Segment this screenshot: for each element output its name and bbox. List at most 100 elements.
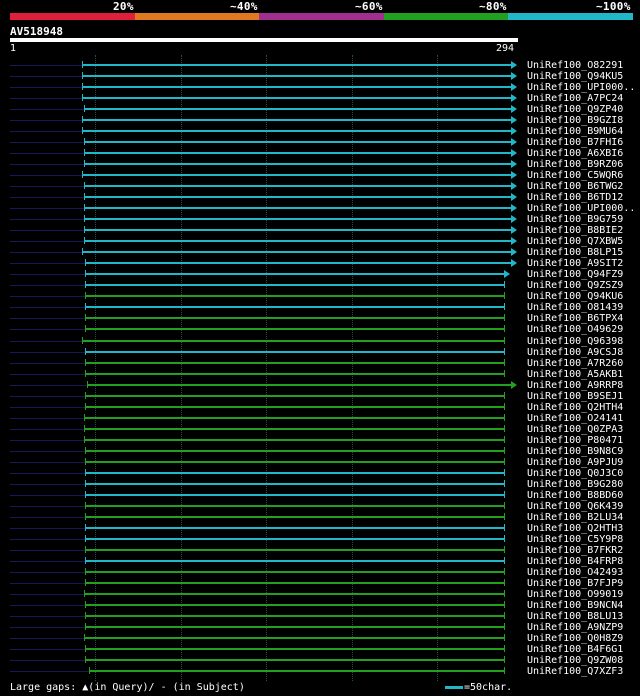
hit-alignment-bar[interactable] [85,538,504,540]
hit-alignment-bar[interactable] [85,317,504,319]
hit-label-link[interactable]: UniRef100_O42493 [527,567,623,578]
hit-label-link[interactable]: UniRef100_B8BIE2 [527,225,623,236]
hit-label-link[interactable]: UniRef100_A9CSJ8 [527,347,623,358]
hit-alignment-bar[interactable] [84,108,511,110]
hit-alignment-bar[interactable] [82,340,504,342]
hit-alignment-bar[interactable] [85,494,504,496]
hit-alignment-bar[interactable] [84,163,511,165]
hit-label-link[interactable]: UniRef100_Q6K439 [527,501,623,512]
hit-alignment-bar[interactable] [84,229,511,231]
hit-alignment-bar[interactable] [84,152,511,154]
hit-alignment-bar[interactable] [85,549,504,551]
hit-label-link[interactable]: UniRef100_B7FJP9 [527,578,623,589]
hit-alignment-bar[interactable] [82,64,511,66]
hit-alignment-bar[interactable] [85,505,504,507]
hit-label-link[interactable]: UniRef100_A5AKB1 [527,369,623,380]
hit-label-link[interactable]: UniRef100_Q2HTH3 [527,523,623,534]
hit-label-link[interactable]: UniRef100_B8LU13 [527,611,623,622]
hit-alignment-bar[interactable] [82,75,511,77]
hit-label-link[interactable]: UniRef100_C5Y9P8 [527,534,623,545]
hit-label-link[interactable]: UniRef100_UPI000.. [527,203,635,214]
hit-alignment-bar[interactable] [84,141,511,143]
hit-alignment-bar[interactable] [82,130,511,132]
hit-alignment-bar[interactable] [84,240,511,242]
hit-label-link[interactable]: UniRef100_B9GZI8 [527,115,623,126]
hit-alignment-bar[interactable] [85,560,504,562]
hit-label-link[interactable]: UniRef100_A9RRP8 [527,380,623,391]
hit-label-link[interactable]: UniRef100_B9NCN4 [527,600,623,611]
hit-alignment-bar[interactable] [84,439,504,441]
hit-label-link[interactable]: UniRef100_B4FRP8 [527,556,623,567]
hit-alignment-bar[interactable] [85,461,504,463]
hit-alignment-bar[interactable] [85,516,504,518]
hit-label-link[interactable]: UniRef100_Q7XBW5 [527,236,623,247]
hit-label-link[interactable]: UniRef100_B6TWG2 [527,181,623,192]
hit-label-link[interactable]: UniRef100_A7PC24 [527,93,623,104]
hit-alignment-bar[interactable] [84,637,504,639]
hit-label-link[interactable]: UniRef100_Q94KU5 [527,71,623,82]
hit-alignment-bar[interactable] [85,373,504,375]
hit-label-link[interactable]: UniRef100_B6TD12 [527,192,623,203]
hit-alignment-bar[interactable] [85,262,511,264]
hit-label-link[interactable]: UniRef100_B2LU34 [527,512,623,523]
hit-label-link[interactable]: UniRef100_Q0ZPA3 [527,424,623,435]
hit-alignment-bar[interactable] [85,395,504,397]
hit-label-link[interactable]: UniRef100_O24141 [527,413,623,424]
hit-alignment-bar[interactable] [84,207,511,209]
hit-label-link[interactable]: UniRef100_P80471 [527,435,623,446]
hit-alignment-bar[interactable] [85,362,504,364]
hit-label-link[interactable]: UniRef100_UPI000.. [527,82,635,93]
hit-label-link[interactable]: UniRef100_Q9ZW08 [527,655,623,666]
hit-alignment-bar[interactable] [85,604,504,606]
hit-label-link[interactable]: UniRef100_Q96398 [527,336,623,347]
hit-label-link[interactable]: UniRef100_Q0J3C0 [527,468,623,479]
hit-label-link[interactable]: UniRef100_C5WQR6 [527,170,623,181]
hit-alignment-bar[interactable] [85,406,504,408]
hit-label-link[interactable]: UniRef100_A9PJU9 [527,457,623,468]
hit-label-link[interactable]: UniRef100_A9SIT2 [527,258,623,269]
hit-label-link[interactable]: UniRef100_B9MU64 [527,126,623,137]
hit-label-link[interactable]: UniRef100_B7FKR2 [527,545,623,556]
hit-alignment-bar[interactable] [84,428,504,430]
hit-alignment-bar[interactable] [84,185,511,187]
hit-alignment-bar[interactable] [85,483,504,485]
hit-label-link[interactable]: UniRef100_B9N8C9 [527,446,623,457]
hit-label-link[interactable]: UniRef100_Q2HTH4 [527,402,623,413]
hit-alignment-bar[interactable] [85,615,504,617]
hit-alignment-bar[interactable] [85,450,504,452]
hit-alignment-bar[interactable] [82,97,511,99]
hit-label-link[interactable]: UniRef100_A6XBI6 [527,148,623,159]
hit-label-link[interactable]: UniRef100_B8BD60 [527,490,623,501]
hit-alignment-bar[interactable] [82,119,511,121]
hit-label-link[interactable]: UniRef100_Q94KU6 [527,291,623,302]
hit-alignment-bar[interactable] [85,527,504,529]
hit-label-link[interactable]: UniRef100_B9G280 [527,479,623,490]
hit-alignment-bar[interactable] [85,306,504,308]
hit-label-link[interactable]: UniRef100_B7FHI6 [527,137,623,148]
hit-label-link[interactable]: UniRef100_A7R260 [527,358,623,369]
hit-label-link[interactable]: UniRef100_B8LP15 [527,247,623,258]
hit-alignment-bar[interactable] [85,659,504,661]
hit-label-link[interactable]: UniRef100_O81439 [527,302,623,313]
hit-alignment-bar[interactable] [84,593,504,595]
hit-alignment-bar[interactable] [85,351,504,353]
hit-label-link[interactable]: UniRef100_Q7XZF3 [527,666,623,677]
hit-label-link[interactable]: UniRef100_Q0H8Z9 [527,633,623,644]
hit-label-link[interactable]: UniRef100_B9G759 [527,214,623,225]
hit-alignment-bar[interactable] [82,251,511,253]
hit-label-link[interactable]: UniRef100_A9NZP9 [527,622,623,633]
hit-alignment-bar[interactable] [82,86,511,88]
hit-alignment-bar[interactable] [85,472,504,474]
hit-label-link[interactable]: UniRef100_O82291 [527,60,623,71]
hit-label-link[interactable]: UniRef100_B6TPX4 [527,313,623,324]
hit-alignment-bar[interactable] [85,626,504,628]
hit-label-link[interactable]: UniRef100_O99019 [527,589,623,600]
hit-alignment-bar[interactable] [85,582,504,584]
hit-label-link[interactable]: UniRef100_B9RZ06 [527,159,623,170]
hit-alignment-bar[interactable] [82,174,511,176]
hit-label-link[interactable]: UniRef100_Q9ZSZ9 [527,280,623,291]
hit-alignment-bar[interactable] [85,648,504,650]
hit-alignment-bar[interactable] [85,571,504,573]
hit-label-link[interactable]: UniRef100_Q9ZP40 [527,104,623,115]
hit-label-link[interactable]: UniRef100_B9SEJ1 [527,391,623,402]
